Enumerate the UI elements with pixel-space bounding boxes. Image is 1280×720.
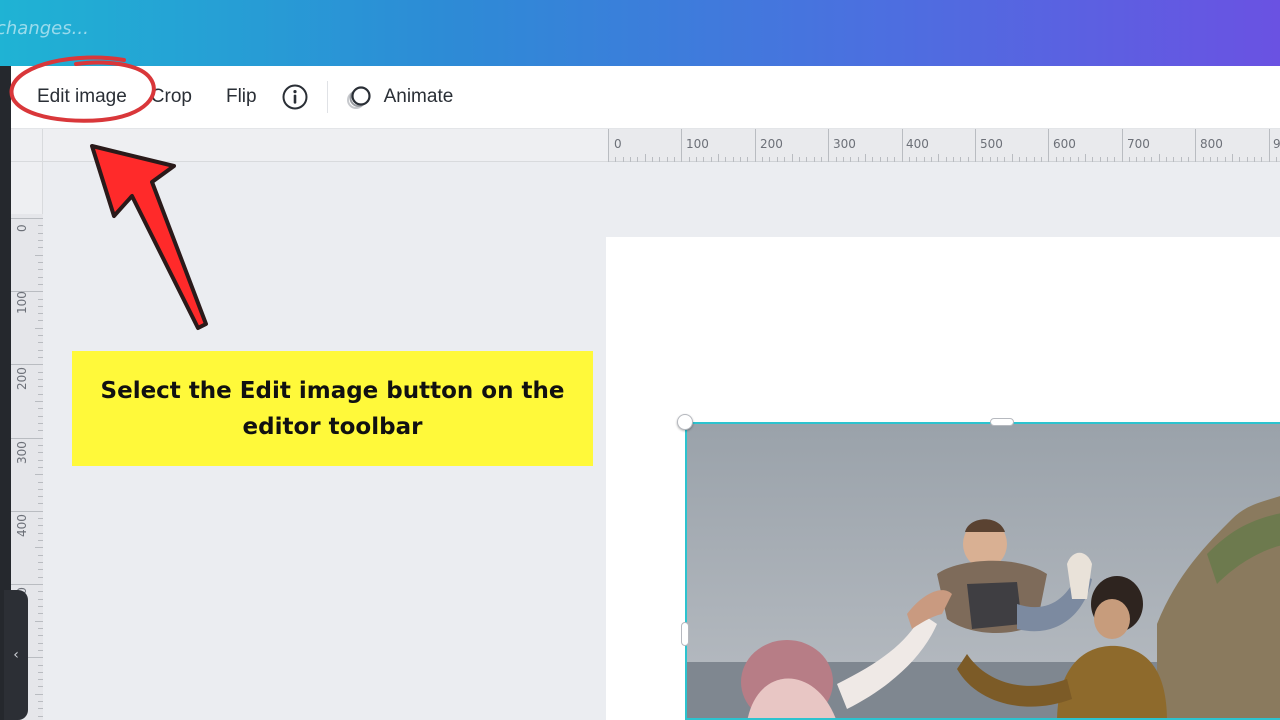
ruler-left-label: 200 [15, 367, 29, 390]
ruler-top-label: 9 [1273, 137, 1280, 151]
image-resize-handle-top-left[interactable] [677, 414, 693, 430]
ruler-top: 0 100 200 300 400 500 600 700 800 9 [608, 129, 1280, 162]
sidebar-collapse-button[interactable]: ‹ [4, 590, 28, 720]
ruler-left-label: 300 [15, 441, 29, 464]
info-icon[interactable] [281, 83, 309, 111]
instruction-callout: Select the Edit image button on the edit… [72, 351, 593, 466]
toolbar-separator [326, 81, 328, 113]
animate-button[interactable]: Animate [346, 78, 466, 116]
ruler-left-label: 100 [15, 291, 29, 314]
ruler-corner [11, 129, 43, 162]
ruler-top-label: 400 [906, 137, 929, 151]
image-resize-handle-left[interactable] [681, 622, 689, 646]
ruler-top-label: 100 [686, 137, 709, 151]
ruler-top-label: 500 [980, 137, 1003, 151]
ruler-top-label: 200 [760, 137, 783, 151]
highlight-circle-annotation [9, 55, 156, 123]
instruction-text: Select the Edit image button on the edit… [100, 377, 565, 440]
editor-toolbar: Edit image Crop Flip Animate [11, 66, 1280, 129]
image-resize-handle-top[interactable] [990, 418, 1014, 426]
flip-button[interactable]: Flip [214, 78, 269, 116]
save-status-text: changes... [0, 18, 89, 39]
ruler-left-label: 400 [15, 514, 29, 537]
top-header-bar: changes... [0, 0, 1280, 66]
animate-icon [346, 86, 371, 109]
animate-label: Animate [383, 86, 454, 107]
ruler-top-label: 0 [614, 137, 622, 151]
ruler-top-label: 800 [1200, 137, 1223, 151]
family-photo [687, 424, 1280, 718]
ruler-top-label: 600 [1053, 137, 1076, 151]
red-arrow-annotation [90, 144, 208, 330]
ruler-top-label: 300 [833, 137, 856, 151]
ruler-top-label: 700 [1127, 137, 1150, 151]
selected-image[interactable] [685, 422, 1280, 720]
chevron-left-icon: ‹ [13, 647, 19, 663]
ruler-left-label: 0 [15, 224, 29, 232]
